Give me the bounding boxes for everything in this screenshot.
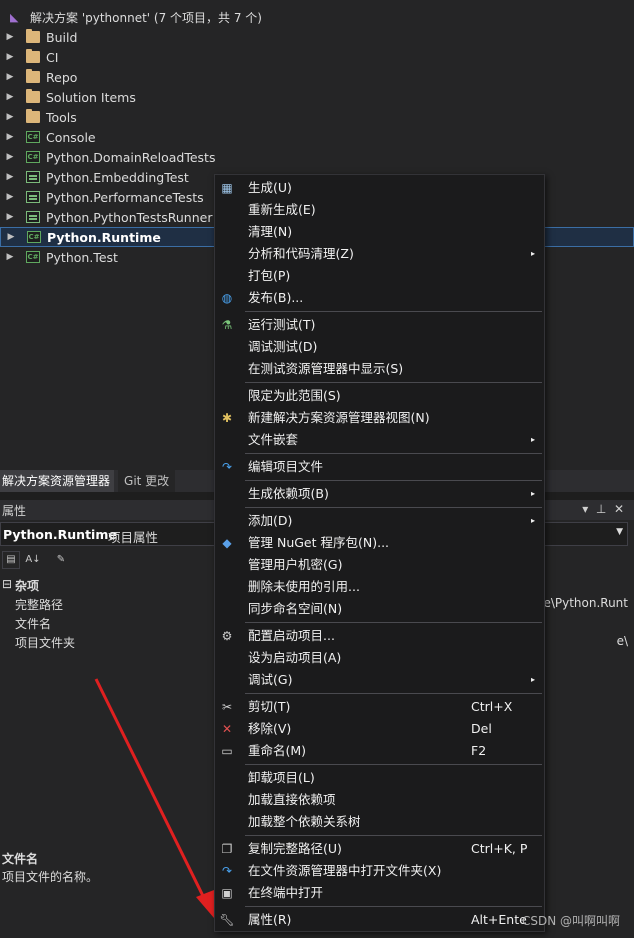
scissors-icon: ✂ [221, 700, 233, 714]
menu-label: 删除未使用的引用... [248, 579, 360, 594]
menu-item-properties[interactable]: 🔧︎ 属性(R) Alt+Ente [215, 909, 544, 931]
menu-item-copy-full-path[interactable]: ❐ 复制完整路径(U) Ctrl+K, P [215, 838, 544, 860]
menu-label: 生成(U) [248, 180, 292, 195]
build-icon: ▦ [221, 181, 233, 195]
menu-item-rename[interactable]: ▭ 重命名(M) F2 [215, 740, 544, 762]
menu-label: 生成依赖项(B) [248, 486, 329, 501]
menu-item-publish[interactable]: ◍ 发布(B)... [215, 287, 544, 309]
menu-label: 移除(V) [248, 721, 292, 736]
menu-shortcut: Del [471, 721, 492, 736]
menu-item-load-direct-dependencies[interactable]: 加载直接依赖项 [215, 789, 544, 811]
menu-label: 清理(N) [248, 224, 293, 239]
menu-item-analyze[interactable]: 分析和代码清理(Z) ▸ [215, 243, 544, 265]
menu-separator [245, 693, 542, 694]
menu-label: 加载直接依赖项 [248, 792, 336, 807]
submenu-arrow-icon: ▸ [530, 489, 535, 498]
menu-item-set-startup[interactable]: 设为启动项目(A) [215, 647, 544, 669]
menu-item-open-in-terminal[interactable]: ▣ 在终端中打开 [215, 882, 544, 904]
menu-separator [245, 835, 542, 836]
menu-item-manage-user-secrets[interactable]: 管理用户机密(G) [215, 554, 544, 576]
menu-item-add[interactable]: 添加(D) ▸ [215, 510, 544, 532]
menu-label: 管理用户机密(G) [248, 557, 343, 572]
wrench-icon: 🔧︎ [219, 913, 235, 927]
menu-label: 添加(D) [248, 513, 293, 528]
menu-item-remove[interactable]: ✕ 移除(V) Del [215, 718, 544, 740]
menu-item-run-tests[interactable]: ⚗ 运行测试(T) [215, 314, 544, 336]
menu-label: 编辑项目文件 [248, 459, 324, 474]
menu-item-edit-project-file[interactable]: ↷ 编辑项目文件 [215, 456, 544, 478]
menu-separator [245, 453, 542, 454]
submenu-arrow-icon: ▸ [530, 516, 535, 525]
menu-label: 文件嵌套 [248, 432, 299, 447]
flask-icon: ⚗ [221, 318, 233, 332]
menu-label: 发布(B)... [248, 290, 304, 305]
menu-item-pack[interactable]: 打包(P) [215, 265, 544, 287]
menu-item-unload-project[interactable]: 卸载项目(L) [215, 767, 544, 789]
menu-label: 重新生成(E) [248, 202, 316, 217]
menu-shortcut: F2 [471, 743, 487, 758]
menu-item-debug[interactable]: 调试(G) ▸ [215, 669, 544, 691]
menu-item-debug-tests[interactable]: 调试测试(D) [215, 336, 544, 358]
menu-separator [245, 382, 542, 383]
menu-label: 卸载项目(L) [248, 770, 315, 785]
menu-item-clean[interactable]: 清理(N) [215, 221, 544, 243]
menu-separator [245, 480, 542, 481]
menu-item-build[interactable]: ▦ 生成(U) [215, 177, 544, 199]
menu-item-build-dependencies[interactable]: 生成依赖项(B) ▸ [215, 483, 544, 505]
menu-item-load-dependency-tree[interactable]: 加载整个依赖关系树 [215, 811, 544, 833]
menu-label: 打包(P) [248, 268, 291, 283]
open-folder-arrow-icon: ↷ [221, 864, 233, 878]
menu-label: 新建解决方案资源管理器视图(N) [248, 410, 430, 425]
menu-shortcut: Ctrl+K, P [471, 841, 528, 856]
gear-icon: ⚙ [221, 629, 233, 643]
menu-separator [245, 764, 542, 765]
menu-separator [245, 311, 542, 312]
menu-item-show-in-test-explorer[interactable]: 在测试资源管理器中显示(S) [215, 358, 544, 380]
menu-item-configure-startup[interactable]: ⚙ 配置启动项目... [215, 625, 544, 647]
menu-label: 设为启动项目(A) [248, 650, 342, 665]
menu-label: 分析和代码清理(Z) [248, 246, 354, 261]
nuget-icon: ◆ [222, 536, 232, 550]
menu-label: 复制完整路径(U) [248, 841, 342, 856]
watermark: CSDN @叫啊叫啊 [521, 914, 620, 928]
menu-label: 在文件资源管理器中打开文件夹(X) [248, 863, 442, 878]
menu-label: 配置启动项目... [248, 628, 335, 643]
menu-label: 重命名(M) [248, 743, 307, 758]
menu-separator [245, 622, 542, 623]
menu-item-rebuild[interactable]: 重新生成(E) [215, 199, 544, 221]
menu-item-cut[interactable]: ✂ 剪切(T) Ctrl+X [215, 696, 544, 718]
menu-label: 在测试资源管理器中显示(S) [248, 361, 404, 376]
new-view-icon: ✱ [221, 411, 233, 425]
submenu-arrow-icon: ▸ [530, 675, 535, 684]
menu-label: 加载整个依赖关系树 [248, 814, 361, 829]
globe-icon: ◍ [221, 291, 233, 305]
menu-label: 限定为此范围(S) [248, 388, 341, 403]
menu-shortcut: Alt+Ente [471, 912, 527, 927]
menu-separator [245, 906, 542, 907]
submenu-arrow-icon: ▸ [530, 249, 535, 258]
menu-item-remove-unused-references[interactable]: 删除未使用的引用... [215, 576, 544, 598]
menu-label: 同步命名空间(N) [248, 601, 343, 616]
menu-item-open-in-file-explorer[interactable]: ↷ 在文件资源管理器中打开文件夹(X) [215, 860, 544, 882]
menu-item-file-nesting[interactable]: 文件嵌套 ▸ [215, 429, 544, 451]
terminal-icon: ▣ [221, 886, 233, 900]
menu-shortcut: Ctrl+X [471, 699, 513, 714]
menu-label: 在终端中打开 [248, 885, 324, 900]
copy-icon: ❐ [221, 842, 233, 856]
rename-icon: ▭ [221, 744, 233, 758]
menu-item-scope-to-this[interactable]: 限定为此范围(S) [215, 385, 544, 407]
menu-label: 调试(G) [248, 672, 293, 687]
menu-item-sync-namespaces[interactable]: 同步命名空间(N) [215, 598, 544, 620]
edit-redo-icon: ↷ [221, 460, 233, 474]
remove-x-icon: ✕ [221, 722, 233, 736]
submenu-arrow-icon: ▸ [530, 435, 535, 444]
menu-separator [245, 507, 542, 508]
menu-item-manage-nuget[interactable]: ◆ 管理 NuGet 程序包(N)... [215, 532, 544, 554]
menu-label: 运行测试(T) [248, 317, 316, 332]
menu-label: 剪切(T) [248, 699, 291, 714]
menu-label: 调试测试(D) [248, 339, 318, 354]
menu-label: 属性(R) [248, 912, 292, 927]
menu-label: 管理 NuGet 程序包(N)... [248, 535, 390, 550]
menu-item-new-view[interactable]: ✱ 新建解决方案资源管理器视图(N) [215, 407, 544, 429]
